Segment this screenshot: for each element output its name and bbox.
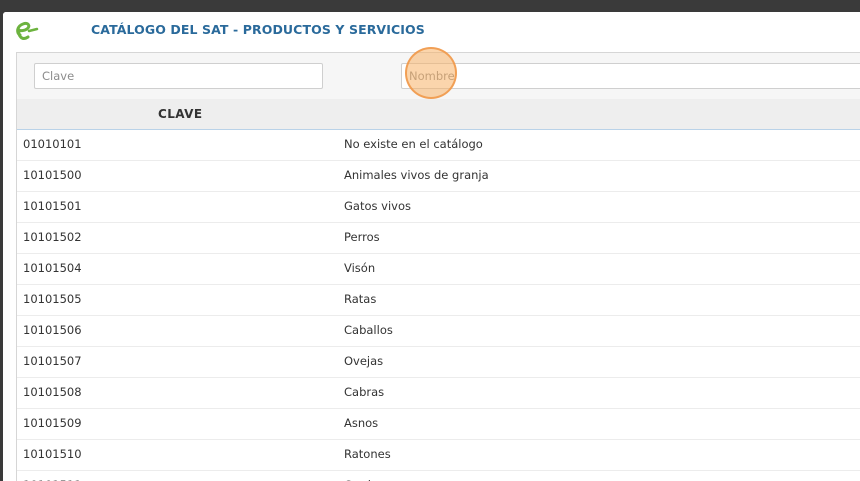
cell-nombre: Visón (344, 261, 376, 275)
table-row[interactable]: 10101509 Asnos (17, 409, 860, 440)
table-row[interactable]: 10101506 Caballos (17, 316, 860, 347)
cell-nombre: Ratas (344, 292, 377, 306)
cell-nombre: Ovejas (344, 354, 384, 368)
cell-nombre: Cabras (344, 385, 385, 399)
filter-bar (17, 47, 860, 99)
table-row[interactable]: 01010101 No existe en el catálogo (17, 130, 860, 161)
table-row[interactable]: 10101502 Perros (17, 223, 860, 254)
catalog-dialog: CATÁLOGO DEL SAT - PRODUCTOS Y SERVICIOS… (3, 12, 860, 481)
cell-clave: 01010101 (23, 137, 82, 151)
table-row[interactable]: 10101507 Ovejas (17, 347, 860, 378)
table-header: CLAVE (17, 99, 860, 130)
cell-nombre: Caballos (344, 323, 393, 337)
clave-filter-input[interactable] (34, 63, 323, 89)
cell-nombre: Ratones (344, 447, 391, 461)
cell-clave: 10101508 (23, 385, 82, 399)
table-row[interactable]: 10101501 Gatos vivos (17, 192, 860, 223)
table-row[interactable]: 10101511Cerdos (17, 471, 860, 481)
cell-clave: 10101507 (23, 354, 82, 368)
cell-nombre: Asnos (344, 416, 379, 430)
table-body: 01010101 No existe en el catálogo 10101500… (17, 130, 860, 481)
cell-clave: 10101506 (23, 323, 82, 337)
catalog-panel: CLAVE 01010101 No existe en el catálogo 10… (16, 47, 860, 481)
cell-clave: 10101505 (23, 292, 82, 306)
cell-clave: 10101504 (23, 261, 82, 275)
cell-clave: 10101509 (23, 416, 82, 430)
table-row[interactable]: 10101505 Ratas (17, 285, 860, 316)
cell-clave: 10101510 (23, 447, 82, 461)
column-header-clave[interactable]: CLAVE (158, 107, 202, 121)
cell-nombre: No existe en el catálogo (344, 137, 483, 151)
cell-clave: 10101500 (23, 168, 82, 182)
table-row[interactable]: 10101500 Animales vivos de granja (17, 161, 860, 192)
cell-clave: 10101502 (23, 230, 82, 244)
table-row[interactable]: 10101510 Ratones (17, 440, 860, 471)
cell-nombre: Animales vivos de granja (344, 168, 489, 182)
table-row[interactable]: 10101504 Visón (17, 254, 860, 285)
cell-nombre: Perros (344, 230, 380, 244)
cell-nombre: Gatos vivos (344, 199, 411, 213)
cell-clave: 10101501 (23, 199, 82, 213)
dialog-title: CATÁLOGO DEL SAT - PRODUCTOS Y SERVICIOS (91, 22, 425, 37)
table-row[interactable]: 10101508 Cabras (17, 378, 860, 409)
dialog-header: CATÁLOGO DEL SAT - PRODUCTOS Y SERVICIOS (3, 12, 860, 50)
e-logo-icon (16, 22, 39, 40)
nombre-filter-input[interactable] (401, 63, 860, 89)
